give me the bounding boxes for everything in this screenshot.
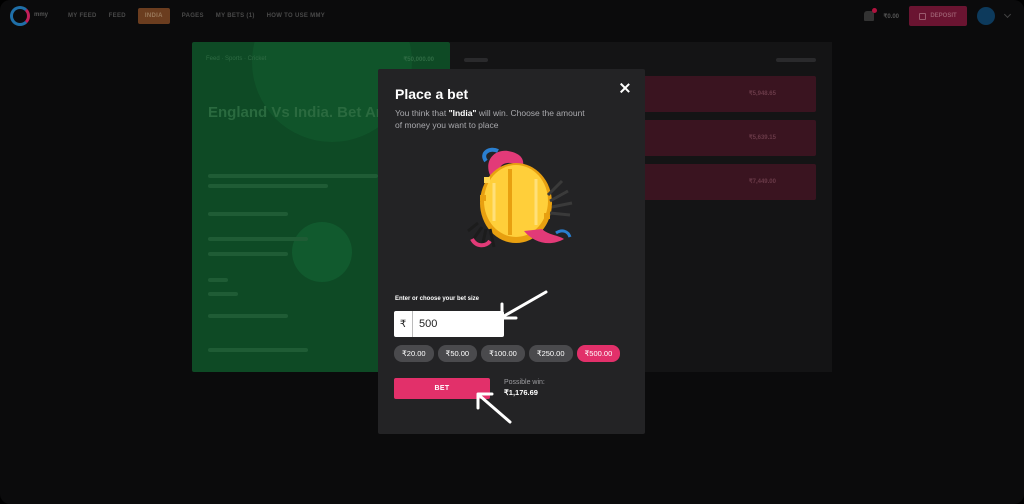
wallet-icon xyxy=(919,12,927,20)
nav-link-my-bets[interactable]: MY BETS (1) xyxy=(216,13,255,19)
chip-50[interactable]: ₹50.00 xyxy=(437,345,478,362)
nav-right: ₹0.00 DEPOSIT xyxy=(863,5,1012,27)
bet-button[interactable]: BET xyxy=(394,378,490,399)
team-name: "India" xyxy=(448,108,477,118)
close-icon[interactable] xyxy=(619,82,631,94)
chip-100[interactable]: ₹100.00 xyxy=(481,345,525,362)
desc-prefix: You think that xyxy=(395,108,449,118)
nav-link-feed[interactable]: FEED xyxy=(109,13,126,19)
possible-win-value: ₹1,176.69 xyxy=(504,388,538,397)
text-placeholder xyxy=(208,314,288,318)
prize-amount: ₹50,000.00 xyxy=(403,57,434,63)
option-row[interactable]: ₹5,639.15 xyxy=(640,120,816,156)
nav-links: MY FEED FEED INDIA PAGES MY BETS (1) HOW… xyxy=(68,0,325,32)
bet-amount-field[interactable]: ₹ 500 xyxy=(394,311,504,337)
nav-link-how-to-use[interactable]: HOW TO USE MMY xyxy=(267,13,325,19)
logo-text: mmy xyxy=(34,12,49,18)
text-placeholder xyxy=(208,212,288,216)
chip-500[interactable]: ₹500.00 xyxy=(576,345,621,362)
option-amount: ₹5,948.65 xyxy=(748,91,776,97)
bell-icon[interactable] xyxy=(863,8,877,21)
option-row[interactable]: ₹5,948.65 xyxy=(640,76,816,112)
top-nav: mmy MY FEED FEED INDIA PAGES MY BETS (1)… xyxy=(0,0,1024,32)
chevron-down-icon[interactable] xyxy=(1003,10,1012,19)
text-placeholder xyxy=(208,174,378,178)
text-placeholder xyxy=(208,292,238,296)
possible-win-label: Possible win: xyxy=(504,379,545,386)
option-amount: ₹5,639.15 xyxy=(748,135,776,141)
decorative-circle xyxy=(292,222,352,282)
chip-20[interactable]: ₹20.00 xyxy=(394,345,434,362)
text-placeholder xyxy=(208,348,308,352)
bet-chips: ₹20.00 ₹50.00 ₹100.00 ₹250.00 ₹500.00 xyxy=(394,345,621,362)
text-placeholder xyxy=(208,252,288,256)
modal-description: You think that "India" will win. Choose … xyxy=(395,107,585,131)
notification-dot xyxy=(871,8,877,13)
place-bet-modal: Place a bet You think that "India" will … xyxy=(378,69,645,434)
chip-250[interactable]: ₹250.00 xyxy=(528,345,573,362)
deposit-label: DEPOSIT xyxy=(930,13,957,19)
bet-size-label: Enter or choose your bet size xyxy=(395,296,480,302)
option-row[interactable]: ₹7,449.00 xyxy=(640,164,816,200)
bet-amount-value[interactable]: 500 xyxy=(413,318,437,330)
text-placeholder xyxy=(208,237,308,241)
avatar[interactable] xyxy=(977,7,995,25)
text-placeholder xyxy=(208,278,228,282)
deposit-button[interactable]: DEPOSIT xyxy=(909,6,967,26)
option-amount: ₹7,449.00 xyxy=(748,179,776,185)
nav-link-pages[interactable]: PAGES xyxy=(182,13,204,19)
nav-link-india[interactable]: INDIA xyxy=(137,8,170,24)
text-placeholder xyxy=(776,58,816,62)
logo-icon[interactable] xyxy=(10,6,30,26)
coin-illustration xyxy=(467,147,573,248)
nav-link-my-feed[interactable]: MY FEED xyxy=(68,13,97,19)
event-title: England Vs India. Bet Am xyxy=(208,104,390,121)
text-placeholder xyxy=(464,58,488,62)
app-window: mmy MY FEED FEED INDIA PAGES MY BETS (1)… xyxy=(0,0,1024,504)
balance: ₹0.00 xyxy=(883,13,900,20)
currency-symbol: ₹ xyxy=(394,311,413,337)
breadcrumb: Feed · Sports · Cricket xyxy=(206,56,267,62)
modal-title: Place a bet xyxy=(395,86,469,102)
text-placeholder xyxy=(208,184,328,188)
